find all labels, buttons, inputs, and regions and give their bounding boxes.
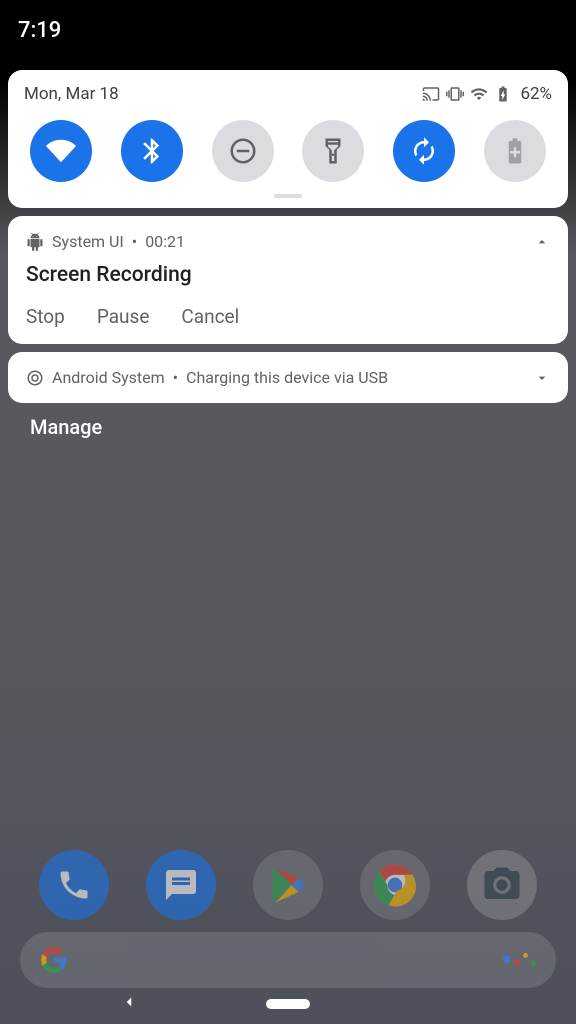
status-time: 7:19 xyxy=(18,18,61,43)
vibrate-icon xyxy=(446,85,464,103)
status-icons: 62% xyxy=(422,84,552,104)
qs-tile-rotation[interactable] xyxy=(393,120,455,182)
chrome-icon xyxy=(373,863,417,907)
dock-messages[interactable] xyxy=(146,850,216,920)
bullet: • xyxy=(132,232,137,251)
notif-title: Screen Recording xyxy=(26,263,550,287)
qs-tile-battery-saver[interactable] xyxy=(484,120,546,182)
notif-summary: Charging this device via USB xyxy=(186,368,388,387)
nav-back-button[interactable] xyxy=(120,993,138,1016)
notification-shade[interactable]: Mon, Mar 18 62% xyxy=(0,70,576,439)
camera-icon xyxy=(481,864,523,906)
manage-button[interactable]: Manage xyxy=(30,415,576,439)
notif-app-name: System UI xyxy=(52,232,124,251)
flashlight-icon xyxy=(318,136,348,166)
bluetooth-icon xyxy=(137,136,167,166)
nav-home-pill[interactable] xyxy=(266,999,310,1009)
notification-screen-recording[interactable]: System UI • 00:21 Screen Recording Stop … xyxy=(8,216,568,344)
dnd-icon xyxy=(228,136,258,166)
notification-charging[interactable]: Android System • Charging this device vi… xyxy=(8,352,568,403)
status-bar: 7:19 xyxy=(0,0,576,60)
messages-icon xyxy=(163,867,199,903)
qs-tile-wifi[interactable] xyxy=(30,120,92,182)
qs-drag-handle[interactable] xyxy=(274,194,302,198)
qs-tile-dnd[interactable] xyxy=(212,120,274,182)
battery-status-icon xyxy=(494,85,512,103)
dock-play-store[interactable] xyxy=(253,850,323,920)
date-label: Mon, Mar 18 xyxy=(24,84,119,104)
notif-app-name: Android System xyxy=(52,368,165,387)
back-icon xyxy=(120,993,138,1011)
action-cancel[interactable]: Cancel xyxy=(181,305,239,328)
navigation-bar xyxy=(0,984,576,1024)
assistant-icon[interactable] xyxy=(503,955,536,966)
qs-tile-bluetooth[interactable] xyxy=(121,120,183,182)
action-stop[interactable]: Stop xyxy=(26,305,65,328)
dock-chrome[interactable] xyxy=(360,850,430,920)
notif-header: Android System • Charging this device vi… xyxy=(26,368,550,387)
chevron-down-icon[interactable] xyxy=(534,370,550,386)
search-bar[interactable] xyxy=(20,932,556,988)
wifi-icon xyxy=(46,136,76,166)
android-icon xyxy=(26,233,44,251)
qs-tile-flashlight[interactable] xyxy=(302,120,364,182)
bullet: • xyxy=(173,368,178,387)
dock-camera[interactable] xyxy=(467,850,537,920)
google-icon xyxy=(40,946,68,974)
notif-actions: Stop Pause Cancel xyxy=(26,305,550,328)
battery-saver-icon xyxy=(500,136,530,166)
wifi-status-icon xyxy=(470,85,488,103)
qs-tiles-row xyxy=(24,118,552,194)
dock-phone[interactable] xyxy=(39,850,109,920)
action-pause[interactable]: Pause xyxy=(97,305,150,328)
phone-icon xyxy=(56,867,92,903)
play-store-icon xyxy=(267,864,309,906)
quick-settings-panel: Mon, Mar 18 62% xyxy=(8,70,568,208)
notif-time: 00:21 xyxy=(145,232,185,251)
cast-icon xyxy=(422,85,440,103)
notif-header: System UI • 00:21 xyxy=(26,232,550,251)
qs-header: Mon, Mar 18 62% xyxy=(24,84,552,104)
settings-circle-icon xyxy=(26,369,44,387)
battery-percentage: 62% xyxy=(520,84,552,104)
rotation-icon xyxy=(409,136,439,166)
chevron-up-icon[interactable] xyxy=(534,234,550,250)
dock xyxy=(0,850,576,920)
